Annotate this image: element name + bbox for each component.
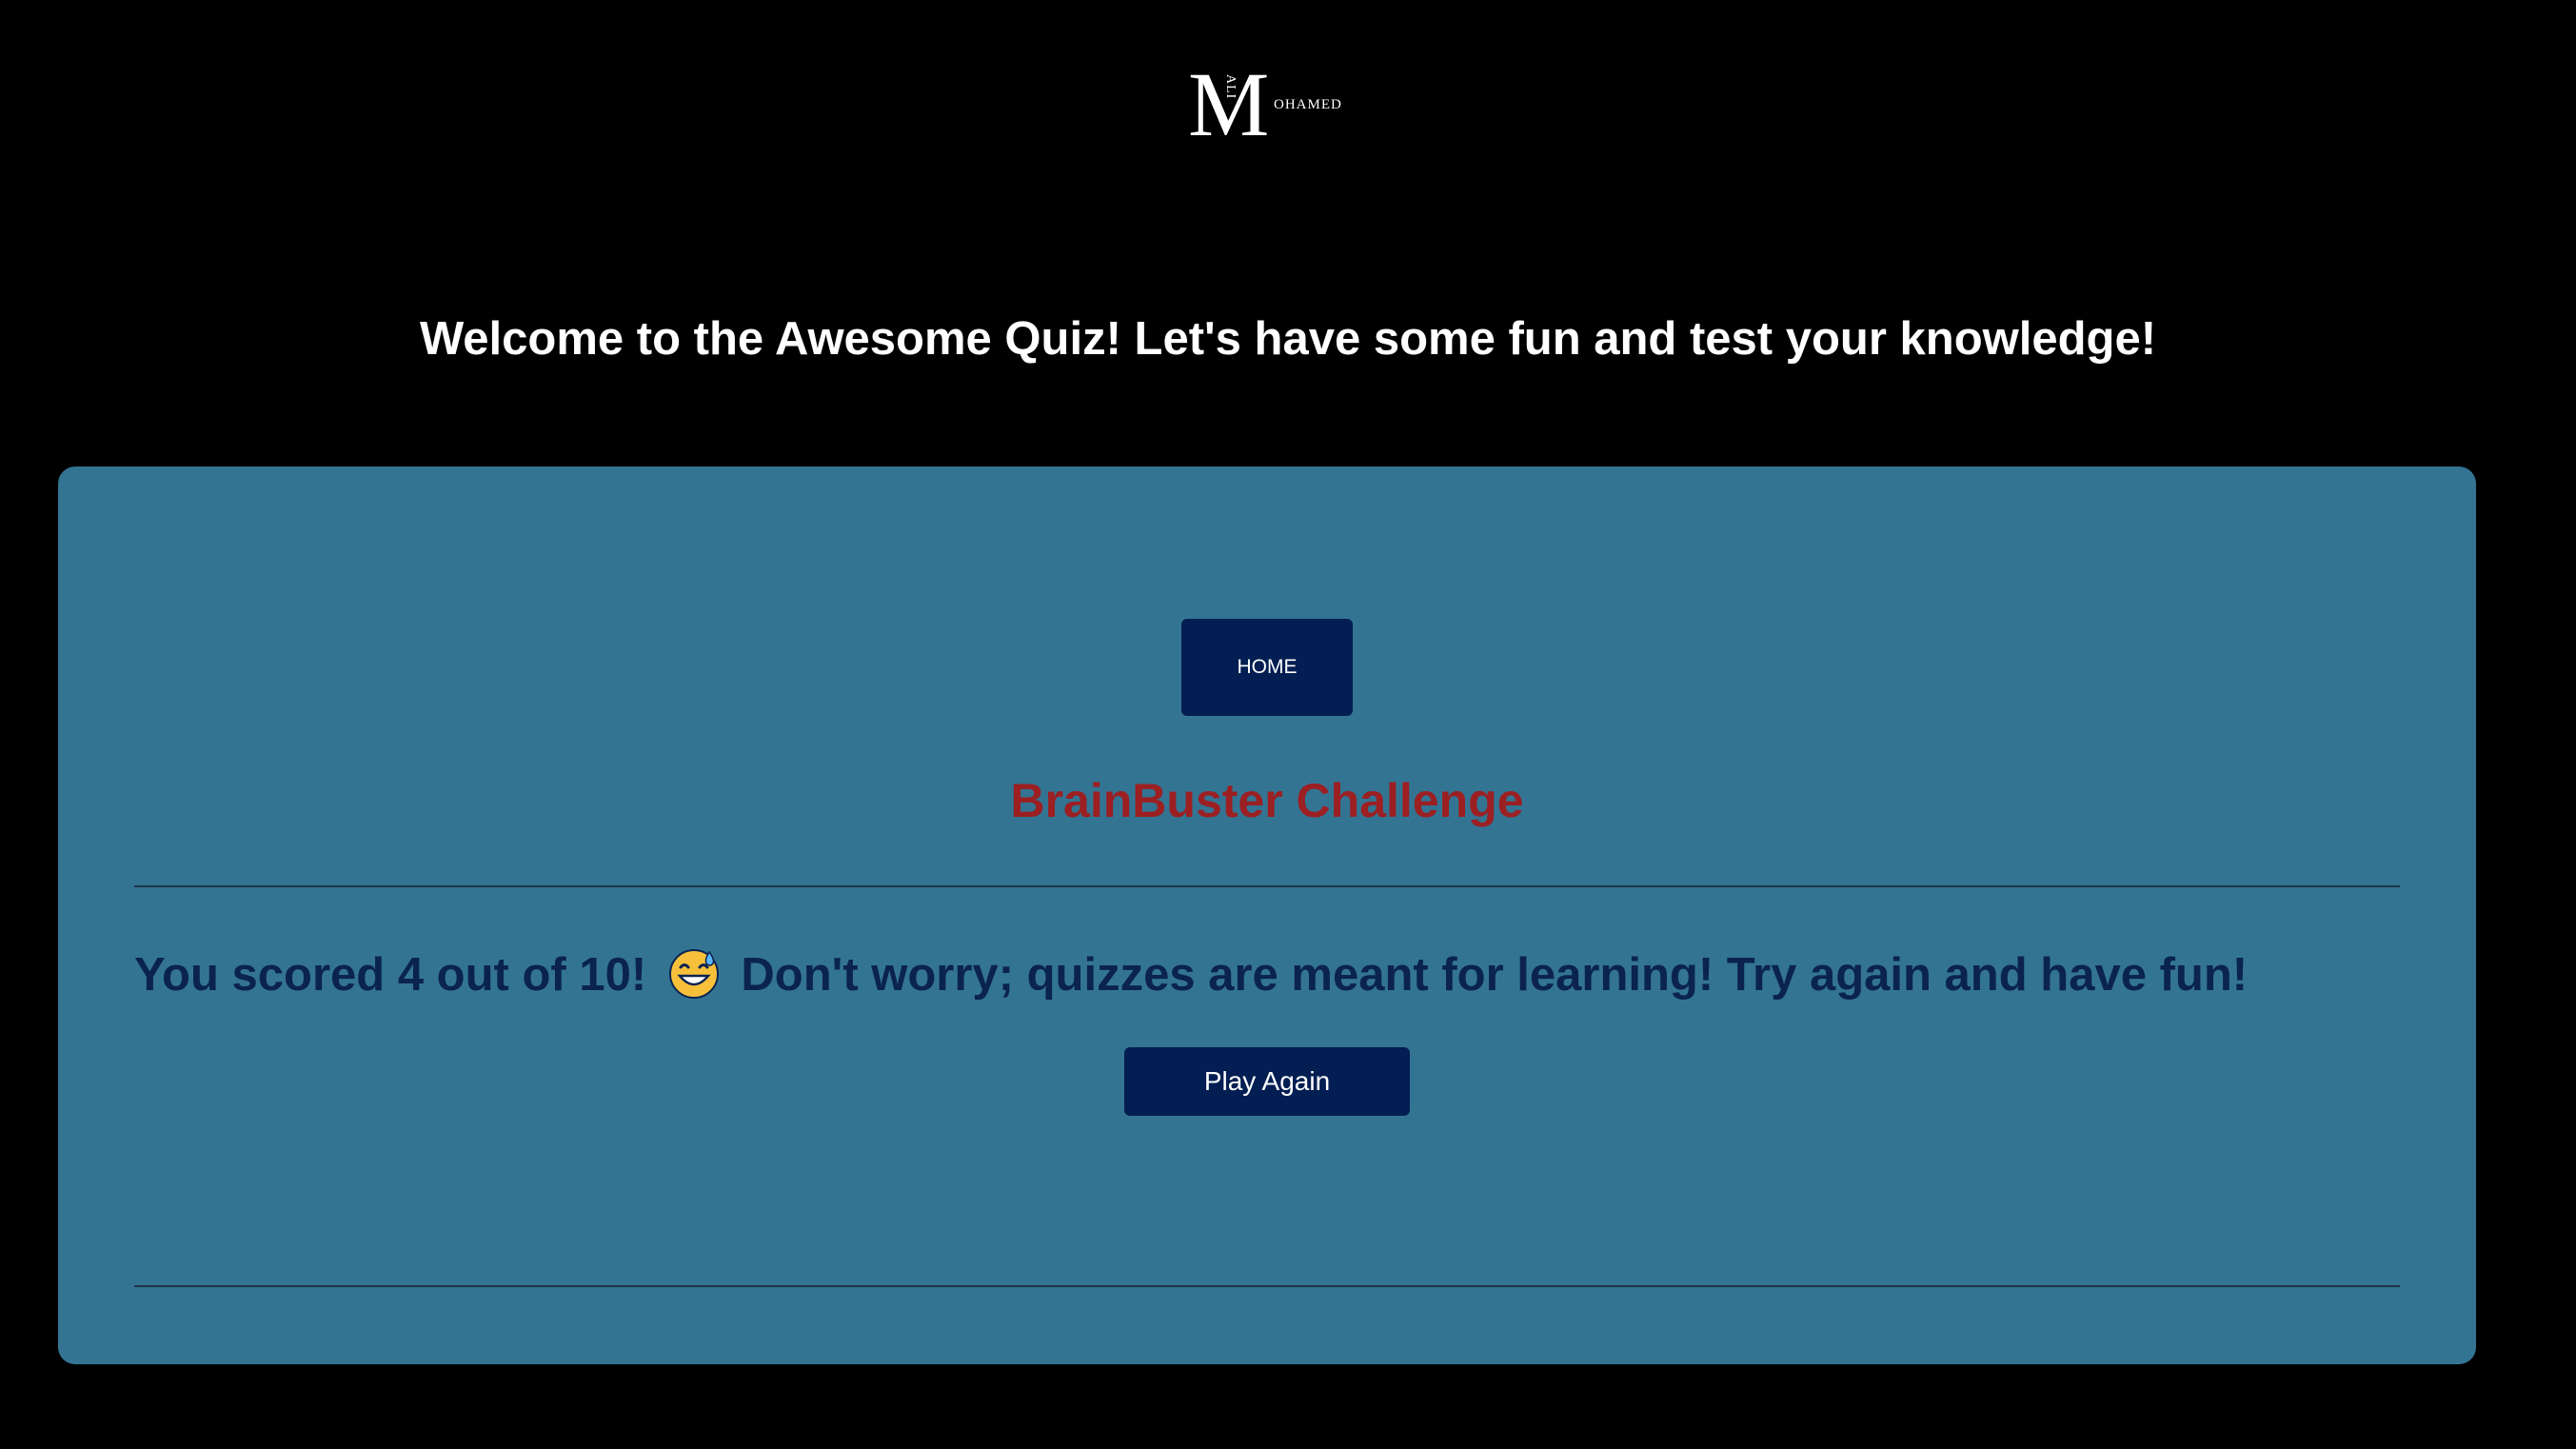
brand-logo[interactable]: M ALI OHAMED bbox=[1188, 59, 1342, 152]
score-message: You scored 4 out of 10! Don't worry; qui… bbox=[134, 946, 2419, 1002]
logo-vertical-text: ALI bbox=[1223, 74, 1238, 100]
play-again-button[interactable]: Play Again bbox=[1124, 1047, 1410, 1116]
page: M ALI OHAMED Welcome to the Awesome Quiz… bbox=[0, 0, 2576, 1449]
divider-bottom bbox=[134, 1285, 2400, 1287]
grinning-sweat-emoji-icon bbox=[667, 946, 721, 1000]
divider-top bbox=[134, 885, 2400, 887]
logo-initial: M bbox=[1188, 53, 1269, 155]
quiz-title: BrainBuster Challenge bbox=[1010, 774, 1524, 827]
welcome-heading: Welcome to the Awesome Quiz! Let's have … bbox=[419, 313, 2157, 365]
quiz-card: HOME BrainBuster Challenge You scored 4 … bbox=[58, 466, 2476, 1364]
score-text: You scored 4 out of 10! bbox=[134, 949, 647, 1001]
logo-side-text: OHAMED bbox=[1274, 97, 1342, 112]
encouragement-text: Don't worry; quizzes are meant for learn… bbox=[741, 949, 2249, 1001]
home-button[interactable]: HOME bbox=[1181, 619, 1353, 716]
